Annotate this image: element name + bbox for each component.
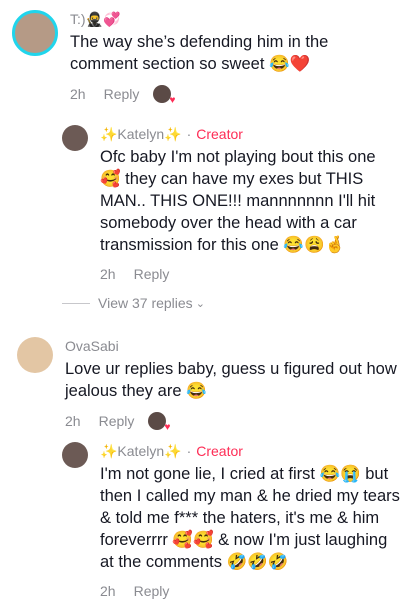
creator-liked-icon: ♥ bbox=[153, 85, 175, 106]
comment: OvaSabi Love ur replies baby, guess u fi… bbox=[17, 337, 408, 433]
comment-text: Ofc baby I'm not playing bout this one 🥰… bbox=[100, 148, 376, 254]
comment-text: Love ur replies baby, guess u figured ou… bbox=[65, 360, 397, 400]
separator-dot: · bbox=[186, 126, 192, 142]
separator-dot: · bbox=[186, 443, 192, 459]
comment-username[interactable]: T:)🥷💞 bbox=[70, 10, 400, 28]
comment-text: The way she’s defending him in the comme… bbox=[70, 33, 329, 73]
reply-button[interactable]: Reply bbox=[99, 413, 135, 429]
comment-reply: ✨Katelyn✨ · Creator Ofc baby I'm not pla… bbox=[62, 125, 408, 282]
comment-body: ✨Katelyn✨ · Creator Ofc baby I'm not pla… bbox=[100, 125, 400, 282]
comment-text: I'm not gone lie, I cried at first 😂😭 bu… bbox=[100, 465, 400, 571]
reply-button[interactable]: Reply bbox=[104, 86, 140, 102]
view-replies-label: View 37 replies bbox=[98, 295, 193, 311]
reply-button[interactable]: Reply bbox=[134, 583, 170, 599]
creator-liked-icon: ♥ bbox=[148, 412, 170, 433]
comment-body: ✨Katelyn✨ · Creator I'm not gone lie, I … bbox=[100, 442, 400, 599]
chevron-down-icon: ⌄ bbox=[195, 297, 205, 310]
comment-username[interactable]: ✨Katelyn✨ bbox=[100, 125, 182, 143]
comment-body: T:)🥷💞 The way she’s defending him in the… bbox=[70, 10, 400, 106]
comment-username[interactable]: OvaSabi bbox=[65, 337, 405, 355]
comment-username[interactable]: ✨Katelyn✨ bbox=[100, 442, 182, 460]
comment-username-row: ✨Katelyn✨ · Creator bbox=[100, 442, 400, 460]
view-replies-button[interactable]: View 37 replies ⌄ bbox=[62, 295, 205, 311]
comment-reply: ✨Katelyn✨ · Creator I'm not gone lie, I … bbox=[62, 442, 408, 599]
comment: T:)🥷💞 The way she’s defending him in the… bbox=[12, 10, 408, 106]
creator-badge: Creator bbox=[196, 126, 243, 142]
avatar[interactable] bbox=[12, 10, 58, 56]
creator-badge: Creator bbox=[196, 443, 243, 459]
reply-button[interactable]: Reply bbox=[134, 266, 170, 282]
comment-meta: 2h Reply bbox=[100, 583, 400, 599]
avatar[interactable] bbox=[62, 442, 88, 468]
comment-body: OvaSabi Love ur replies baby, guess u fi… bbox=[65, 337, 405, 433]
avatar[interactable] bbox=[62, 125, 88, 151]
comment-meta: 2h Reply ♥ bbox=[65, 412, 405, 433]
comment-time: 2h bbox=[65, 413, 81, 429]
comment-time: 2h bbox=[100, 266, 116, 282]
divider bbox=[62, 302, 90, 304]
comment-time: 2h bbox=[70, 86, 86, 102]
comment-meta: 2h Reply ♥ bbox=[70, 85, 400, 106]
avatar[interactable] bbox=[17, 337, 53, 373]
comment-username-row: ✨Katelyn✨ · Creator bbox=[100, 125, 400, 143]
comment-meta: 2h Reply bbox=[100, 266, 400, 282]
comment-time: 2h bbox=[100, 583, 116, 599]
